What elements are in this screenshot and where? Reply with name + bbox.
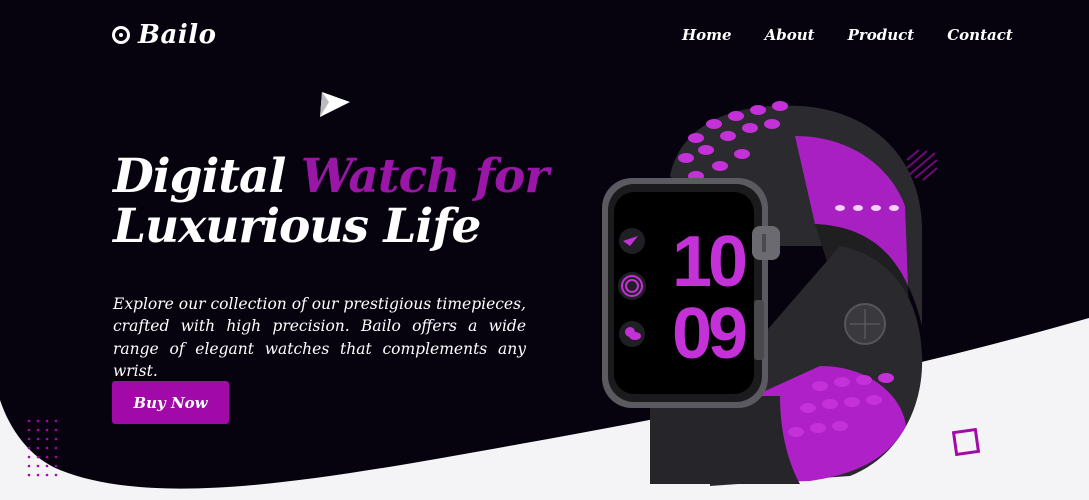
triangle-decoration <box>320 92 350 117</box>
nav-contact[interactable]: Contact <box>947 26 1013 44</box>
nav-home[interactable]: Home <box>682 26 732 44</box>
hero-section: 10 09 Bailo Home About Product Contact D… <box>0 0 1089 500</box>
hero-title: Digital Watch for Luxurious Life <box>113 149 549 254</box>
nav-about[interactable]: About <box>765 26 815 44</box>
brand-name: Bailo <box>138 20 217 50</box>
hero-title-line2: Luxurious Life <box>113 199 481 254</box>
hero-title-part1: Digital <box>113 149 286 204</box>
smartwatch-image: 10 09 <box>602 101 923 486</box>
target-circle-icon <box>112 26 130 44</box>
buy-now-button[interactable]: Buy Now <box>112 381 229 424</box>
watch-minute-text: 09 <box>672 294 746 374</box>
square-outline-decoration <box>952 428 981 457</box>
main-nav: Home About Product Contact <box>682 26 1013 44</box>
hero-description: Explore our collection of our prestigiou… <box>113 294 526 381</box>
brand-logo[interactable]: Bailo <box>112 20 216 50</box>
watch-hour-text: 10 <box>672 222 746 302</box>
dot-grid-decoration <box>27 419 58 477</box>
hero-title-accent: Watch for <box>300 149 549 204</box>
nav-product[interactable]: Product <box>848 26 915 44</box>
